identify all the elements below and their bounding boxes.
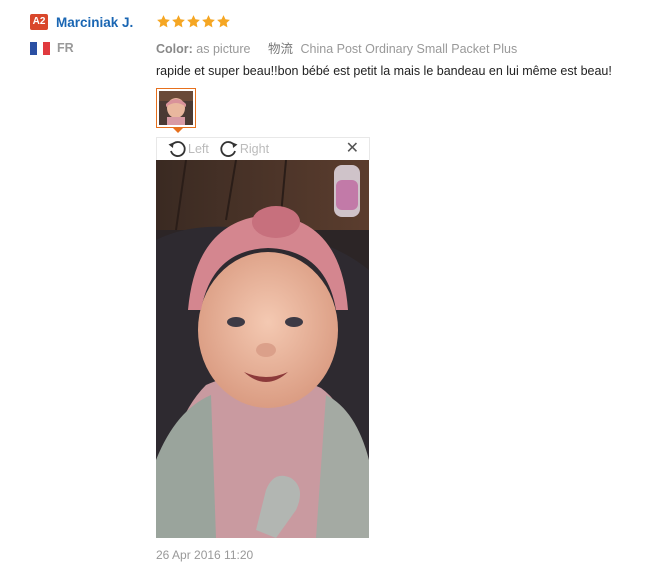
rotate-left-label: Left: [188, 142, 209, 156]
photo-thumbnail-wrap: [156, 88, 196, 133]
image-viewer: Left Right ✕: [156, 137, 370, 538]
rotate-right-icon: [220, 141, 238, 157]
reviewer-info: A2 Marciniak J. FR: [30, 12, 150, 56]
review-body: Color: as picture 物流 China Post Ordinary…: [156, 12, 656, 78]
star-icon: [187, 14, 200, 27]
france-flag-icon: [30, 41, 51, 55]
color-value: as picture: [196, 42, 251, 56]
review-timestamp: 26 Apr 2016 11:20: [156, 548, 254, 562]
baby-photo[interactable]: [156, 160, 369, 538]
shipping-label: 物流: [267, 42, 293, 56]
rotate-right-label: Right: [239, 142, 270, 156]
reviewer-row: A2 Marciniak J.: [30, 12, 150, 32]
star-icon: [217, 14, 230, 27]
shipping-value: China Post Ordinary Small Packet Plus: [300, 42, 518, 56]
close-icon[interactable]: ✕: [346, 140, 359, 158]
color-label: Color:: [156, 42, 193, 56]
country-row: FR: [30, 40, 150, 56]
star-rating: [156, 12, 656, 30]
rotate-left-icon: [168, 141, 186, 157]
photo-thumbnail[interactable]: [156, 88, 196, 133]
viewer-toolbar: Left Right ✕: [156, 137, 370, 160]
star-icon: [202, 14, 215, 27]
order-attributes: Color: as picture 物流 China Post Ordinary…: [156, 38, 656, 56]
thumbnail-pointer: [172, 127, 184, 133]
review-text: rapide et super beau!!bon bébé est petit…: [156, 64, 612, 78]
country-code: FR: [57, 41, 74, 55]
star-icon: [172, 14, 185, 27]
star-icon: [157, 14, 170, 27]
reviewer-name[interactable]: Marciniak J.: [56, 15, 133, 30]
baby-photo-thumbnail-image: [159, 91, 193, 125]
rotate-right-button[interactable]: Right: [219, 139, 269, 159]
rotate-left-button[interactable]: Left: [167, 139, 209, 159]
level-badge: A2: [30, 14, 48, 30]
